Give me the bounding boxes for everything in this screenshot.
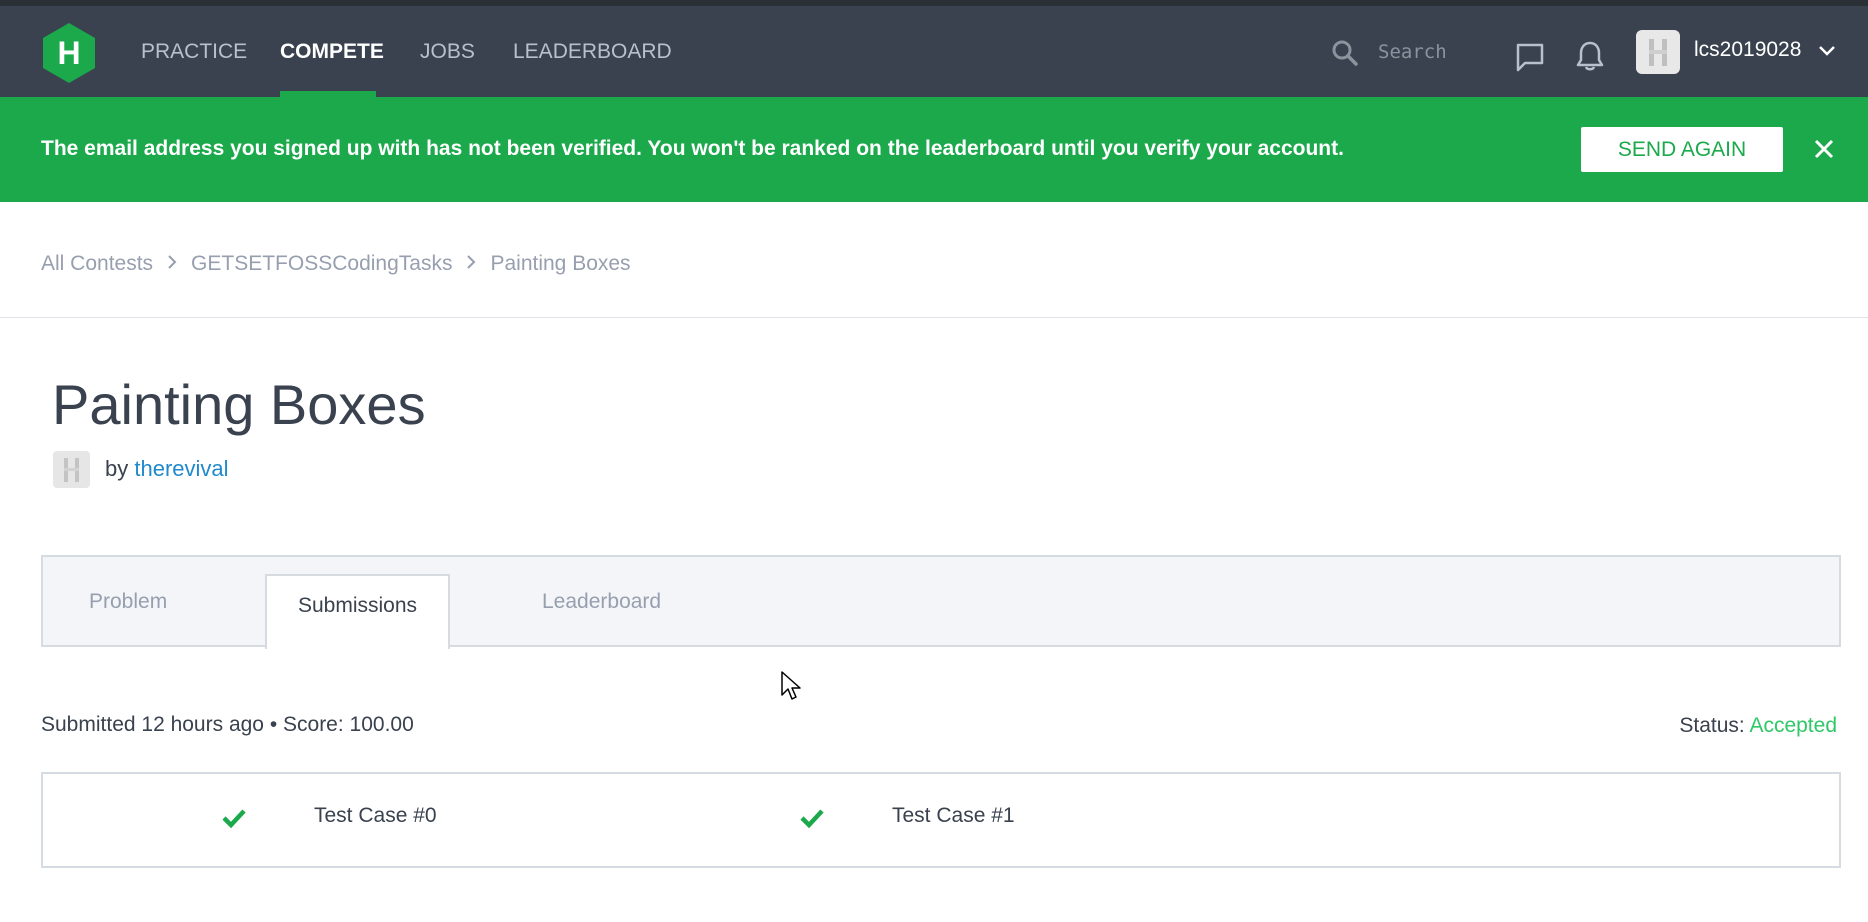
author-line: by therevival <box>105 456 229 482</box>
svg-text:H: H <box>57 35 80 71</box>
breadcrumb-contest[interactable]: GETSETFOSSCodingTasks <box>191 252 452 275</box>
nav-jobs[interactable]: JOBS <box>420 6 475 97</box>
mouse-pointer-icon <box>780 670 802 707</box>
search-box[interactable] <box>1332 34 1482 70</box>
nav-leaderboard[interactable]: LEADERBOARD <box>513 6 672 97</box>
breadcrumb-all-contests[interactable]: All Contests <box>41 252 153 275</box>
submission-summary: Submitted 12 hours ago • Score: 100.00 <box>41 713 414 736</box>
breadcrumb-divider <box>0 317 1868 318</box>
author-link[interactable]: therevival <box>134 456 228 481</box>
send-again-button[interactable]: SEND AGAIN <box>1581 127 1783 172</box>
test-case-item[interactable]: Test Case #1 <box>799 774 1199 866</box>
chevron-down-icon[interactable] <box>1818 44 1836 62</box>
test-case-label: Test Case #1 <box>892 804 1015 827</box>
username-label[interactable]: lcs2019028 <box>1694 38 1801 62</box>
chevron-right-icon <box>466 252 476 276</box>
checkmark-icon <box>221 807 247 834</box>
hackerrank-logo-icon[interactable]: H <box>41 22 97 84</box>
close-icon[interactable] <box>1813 138 1835 165</box>
breadcrumb: All Contests GETSETFOSSCodingTasks Paintin… <box>41 252 631 282</box>
status-badge: Accepted <box>1749 714 1837 737</box>
tab-problem[interactable]: Problem <box>89 557 167 647</box>
status-label: Status: <box>1679 714 1745 737</box>
chevron-right-icon <box>167 252 177 276</box>
test-case-item[interactable]: Test Case #0 <box>221 774 621 866</box>
search-input[interactable] <box>1378 34 1478 70</box>
challenge-tabs: Problem Submissions Leaderboard <box>41 555 1841 649</box>
breadcrumb-challenge[interactable]: Painting Boxes <box>490 252 630 275</box>
banner-message: The email address you signed up with has… <box>41 137 1344 160</box>
test-case-label: Test Case #0 <box>314 804 437 827</box>
submission-status: Status: Accepted <box>1679 714 1837 738</box>
test-cases-panel: Test Case #0 Test Case #1 <box>41 772 1841 868</box>
tab-leaderboard[interactable]: Leaderboard <box>542 557 661 647</box>
by-label: by <box>105 456 129 481</box>
email-verification-banner: The email address you signed up with has… <box>0 97 1868 202</box>
notifications-bell-icon[interactable] <box>1576 40 1604 77</box>
search-icon <box>1332 40 1358 71</box>
tab-submissions[interactable]: Submissions <box>265 574 450 649</box>
messages-icon[interactable] <box>1515 42 1545 77</box>
checkmark-icon <box>799 807 825 834</box>
top-navbar: H PRACTICE COMPETE JOBS LEADERBOARD Sear… <box>0 6 1868 97</box>
user-avatar[interactable] <box>1636 30 1680 74</box>
author-avatar[interactable] <box>53 451 90 488</box>
nav-compete[interactable]: COMPETE <box>280 6 384 97</box>
page-title: Painting Boxes <box>52 373 426 436</box>
nav-practice[interactable]: PRACTICE <box>141 6 247 97</box>
